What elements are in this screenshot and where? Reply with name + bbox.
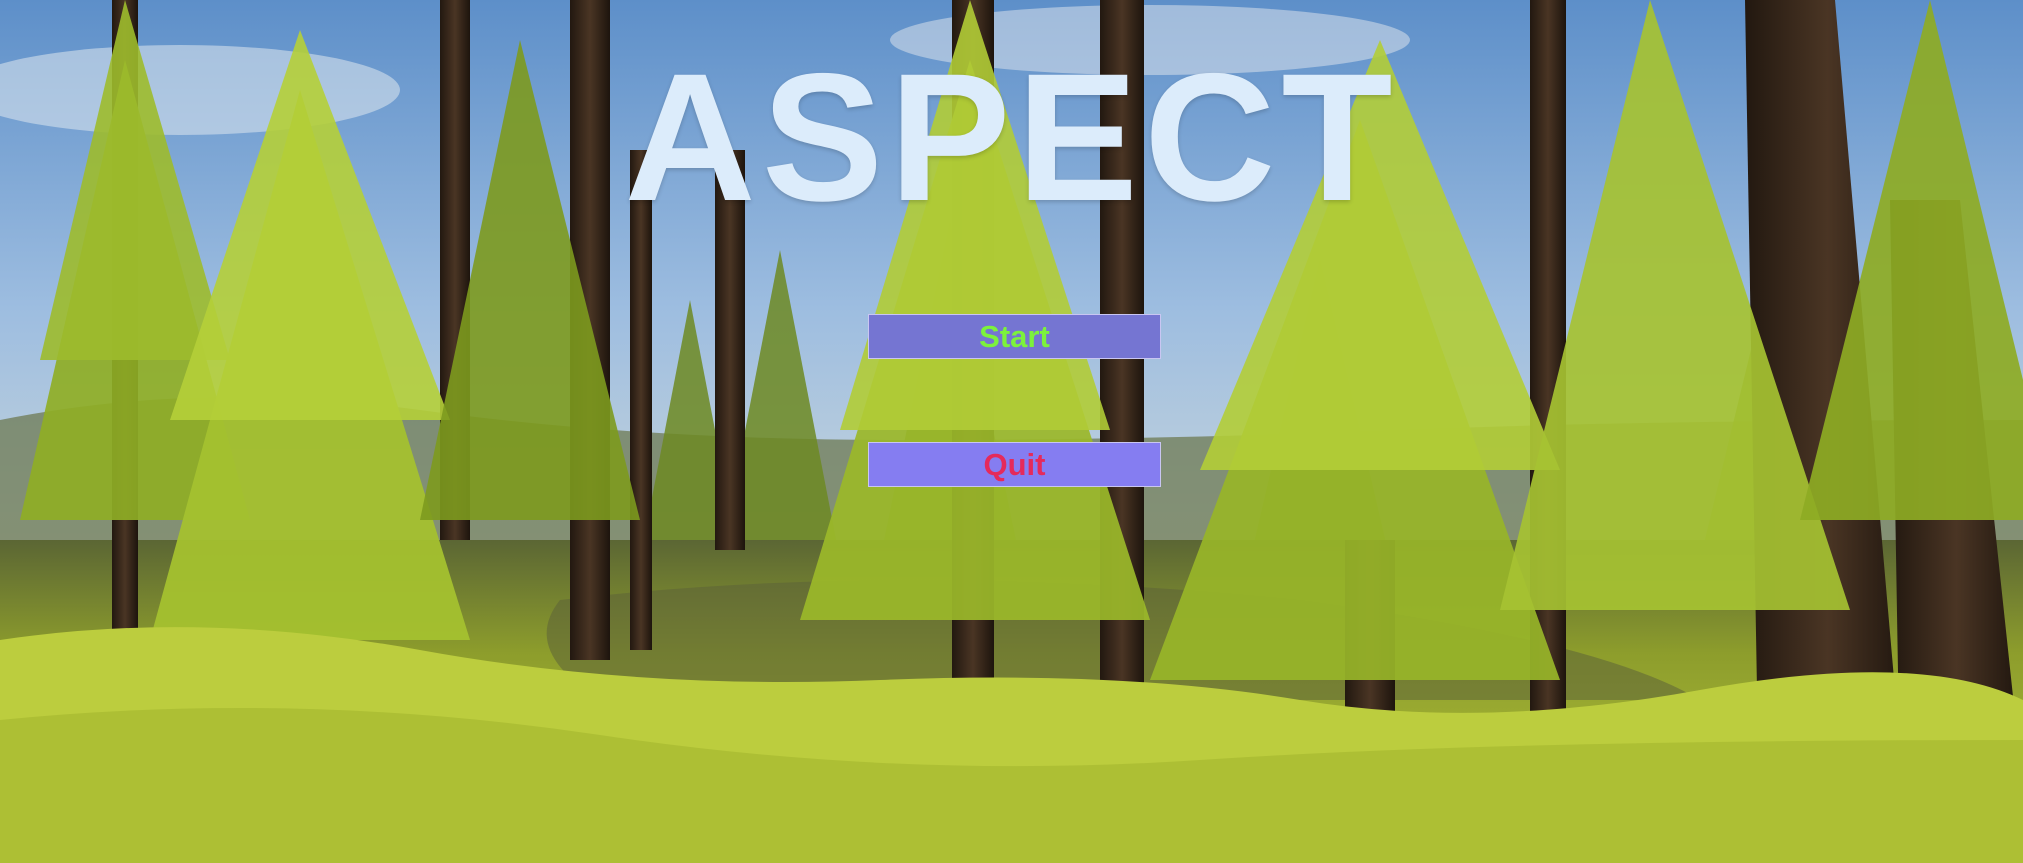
- start-button[interactable]: Start: [868, 314, 1161, 359]
- game-title: ASPECT: [624, 35, 1399, 239]
- quit-button[interactable]: Quit: [868, 442, 1161, 487]
- main-menu-screen: ASPECT Start Quit: [0, 0, 2023, 863]
